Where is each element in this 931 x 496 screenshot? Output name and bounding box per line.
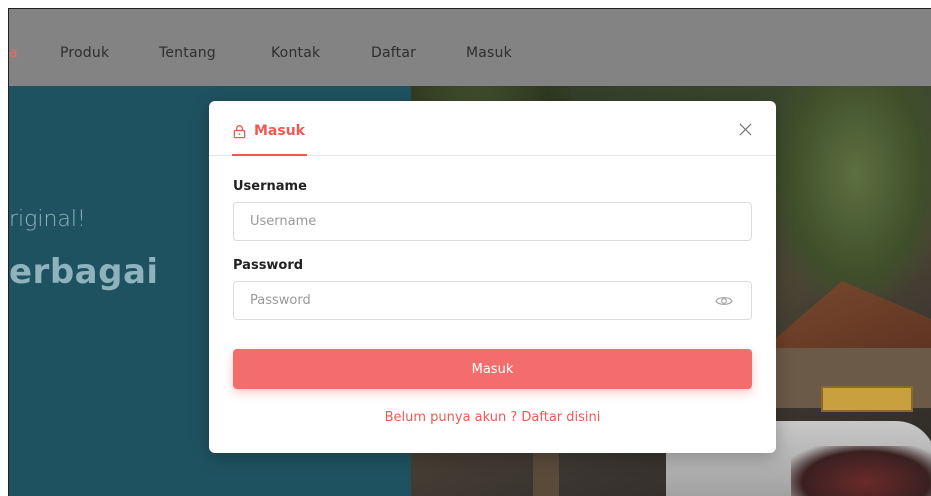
nav-item-kontak[interactable]: Kontak [271, 45, 320, 61]
lock-icon [233, 125, 246, 139]
close-icon [739, 123, 751, 135]
tab-masuk[interactable]: Masuk [232, 123, 307, 156]
login-modal: Masuk Username Password Masuk Belum puny… [209, 101, 776, 453]
nav-item-produk[interactable]: Produk [60, 45, 109, 61]
navbar: a Produk Tentang Kontak Daftar Masuk [9, 9, 931, 86]
nav-item-tentang[interactable]: Tentang [159, 45, 216, 61]
eye-icon[interactable] [715, 294, 733, 308]
modal-header: Masuk [209, 101, 776, 156]
nav-item-daftar[interactable]: Daftar [371, 45, 416, 61]
photo-bush [791, 446, 931, 496]
hero-title: erbagai [9, 252, 159, 292]
page-frame: a Produk Tentang Kontak Daftar Masuk rig… [8, 8, 931, 496]
nav-item-home[interactable]: a [9, 45, 18, 61]
photo-tree [771, 86, 931, 306]
username-field-wrapper [233, 202, 752, 241]
register-link[interactable]: Belum punya akun ? Daftar disini [209, 410, 776, 425]
nav-item-masuk[interactable]: Masuk [466, 45, 512, 61]
password-label: Password [233, 258, 304, 273]
password-field-wrapper [233, 281, 752, 320]
submit-button[interactable]: Masuk [233, 349, 752, 389]
username-input[interactable] [234, 203, 751, 240]
photo-sign [821, 386, 913, 412]
close-button[interactable] [735, 119, 755, 139]
hero-subtitle: riginal! [9, 207, 86, 232]
password-input[interactable] [234, 282, 751, 319]
tab-label: Masuk [254, 123, 305, 139]
username-label: Username [233, 179, 307, 194]
